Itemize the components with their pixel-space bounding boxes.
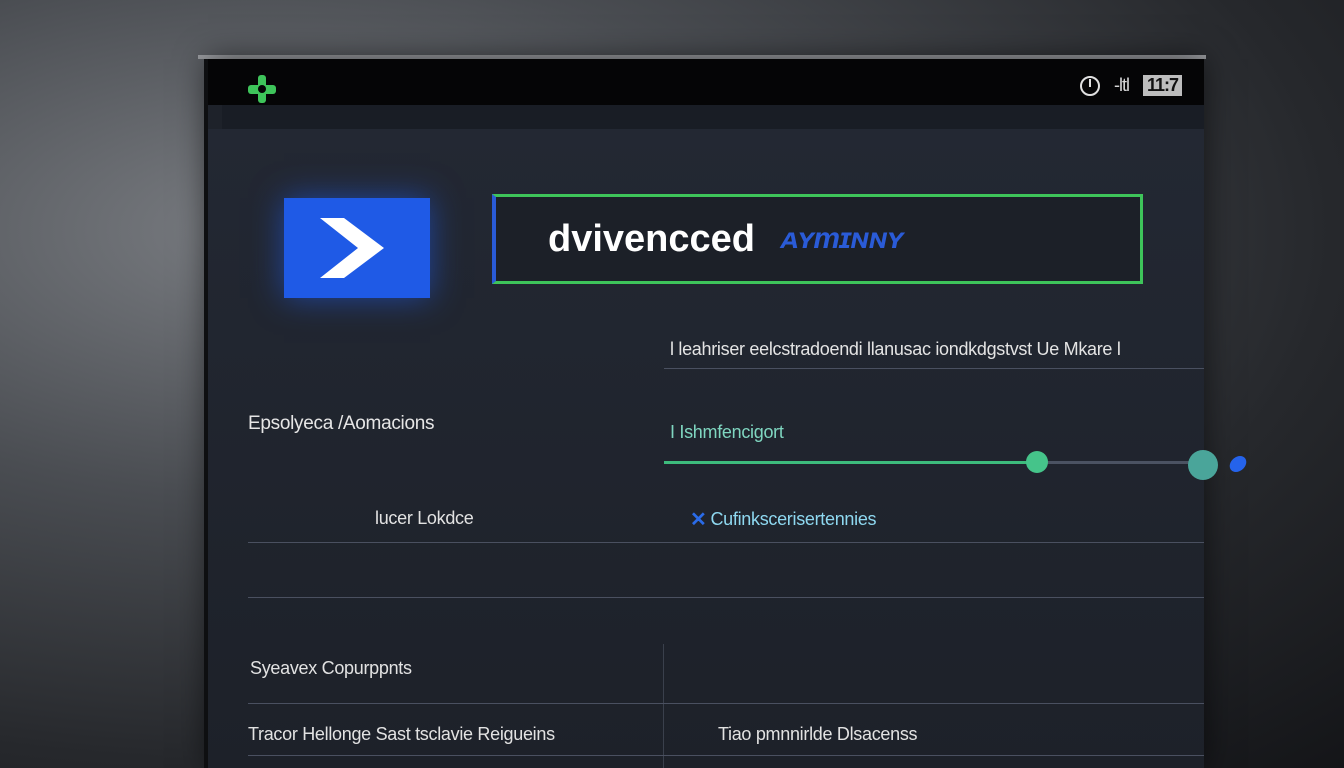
- row-value-settings: Tiao pmnnirlde Dlsacenss: [718, 724, 918, 744]
- status-label: -ltl: [1113, 75, 1130, 95]
- title-bar: -ltl 11:7: [208, 59, 1204, 105]
- power-icon[interactable]: [1079, 75, 1100, 96]
- status-area: -ltl 11:7: [1079, 75, 1182, 96]
- clear-filter-link[interactable]: ✕ Cufinkscerisertennies: [690, 507, 877, 532]
- plus-logo-icon: [248, 75, 276, 103]
- divider: [248, 597, 1204, 598]
- clear-filter-label: Cufinkscerisertennies: [710, 509, 877, 529]
- slider-fill: [664, 461, 1037, 464]
- divider: [248, 755, 1204, 756]
- search-value: dvivencced: [548, 217, 755, 260]
- slider-thumb[interactable]: [1026, 451, 1048, 473]
- status-time: 11:7: [1142, 75, 1182, 96]
- slider-label: I Ishmfencigort: [670, 422, 784, 442]
- search-input[interactable]: dvivencced ᴀʏтɪɴɴʏ: [492, 194, 1143, 284]
- row-label-settings: Tracor Hellonge Sast tsclavie Reigueins: [248, 724, 555, 744]
- section-label: Epsolyeca /Aomacions: [248, 413, 435, 434]
- go-button[interactable]: [284, 198, 430, 298]
- row-label-components: Syeavex Copurppnts: [250, 658, 412, 678]
- divider: [248, 703, 1204, 704]
- chevron-right-icon: [320, 218, 384, 278]
- range-slider[interactable]: [664, 450, 1204, 474]
- column-divider: [663, 644, 664, 768]
- slider-indicator-dot: [1227, 456, 1249, 472]
- app-window: -ltl 11:7 dvivencced ᴀʏтɪɴɴʏ l leahriser…: [208, 59, 1204, 768]
- divider: [664, 368, 1204, 369]
- slider-end-knob[interactable]: [1188, 450, 1218, 480]
- close-icon[interactable]: ✕: [690, 507, 707, 532]
- description-text: l leahriser eelcstradoendi llanusac iond…: [670, 339, 1121, 359]
- divider: [248, 542, 1204, 543]
- row-label-lock: lucer Lokdce: [375, 508, 474, 528]
- search-accent-text: ᴀʏтɪɴɴʏ: [781, 222, 904, 255]
- toolbar-strip: [222, 105, 1204, 129]
